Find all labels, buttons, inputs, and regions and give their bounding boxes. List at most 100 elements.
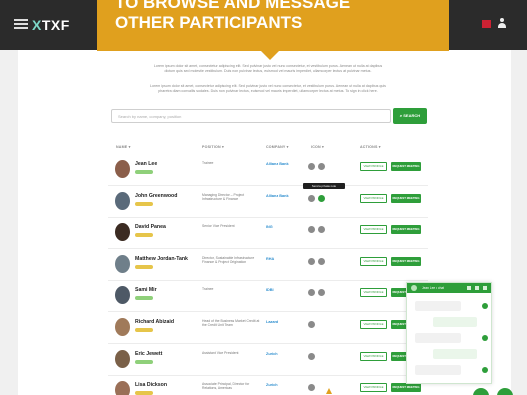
- chat-sender-icon: [482, 335, 488, 341]
- close-icon[interactable]: [483, 286, 487, 290]
- avatar[interactable]: [115, 223, 130, 242]
- app-logo[interactable]: XTXF: [32, 17, 70, 33]
- chat-message: [433, 317, 477, 327]
- participant-name[interactable]: Eric Jewett: [135, 351, 162, 357]
- info-icon[interactable]: [308, 194, 315, 202]
- intro-paragraph-1: Lorem ipsum dolor sit amet, consectetur …: [108, 64, 428, 74]
- note-icon[interactable]: [318, 194, 325, 202]
- participant-company[interactable]: Lazard: [266, 320, 278, 324]
- participant-badge: [135, 233, 153, 238]
- participant-position: Director, Sustainable Infrastructure Fin…: [202, 255, 255, 264]
- chat-message: [433, 349, 477, 359]
- table-row: Sami MirTraineeIDBIVIEW PROFILEREQUEST M…: [108, 280, 428, 311]
- column-header-name[interactable]: NAME ▾: [116, 145, 131, 149]
- table-row: David Panea Senior Vice President ING VIEW …: [108, 217, 428, 248]
- column-header-position[interactable]: POSITION ▾: [202, 145, 224, 149]
- note-icon[interactable]: [318, 257, 325, 265]
- view-profile-button[interactable]: VIEW PROFILE: [360, 193, 387, 203]
- participant-name[interactable]: Lisa Dickson: [135, 382, 167, 388]
- minimize-icon[interactable]: [467, 286, 471, 290]
- participant-name[interactable]: Matthew Jordan-Tank: [135, 256, 188, 262]
- expand-icon[interactable]: [475, 286, 479, 290]
- table-row: Matthew Jordan-Tank Director, Sustainable…: [108, 249, 428, 280]
- info-icon[interactable]: [308, 289, 315, 297]
- chat-avatar-icon: [411, 285, 417, 291]
- participant-badge: [135, 296, 153, 301]
- info-icon[interactable]: [308, 257, 315, 265]
- participant-badge: [135, 359, 153, 364]
- callout-line-2: OTHER PARTICIPANTS: [115, 13, 303, 32]
- language-flag-icon[interactable]: [482, 20, 491, 28]
- participant-position: Head of the Business Market Credit at th…: [202, 319, 260, 328]
- participant-position: Senior Vice President: [202, 224, 235, 229]
- view-profile-button[interactable]: VIEW PROFILE: [360, 288, 387, 298]
- table-row: Lisa Dickson Associate Principal, Directo…: [108, 375, 428, 395]
- help-button[interactable]: [473, 388, 489, 395]
- request-meeting-button[interactable]: REQUEST MEETING: [391, 162, 421, 171]
- chat-sender-icon: [482, 303, 488, 309]
- avatar[interactable]: [115, 349, 130, 368]
- chat-window[interactable]: Jean Lee • chat: [406, 282, 492, 384]
- chat-title: Jean Lee • chat: [422, 286, 445, 290]
- participant-position: Associate Principal, Director for Relati…: [202, 382, 250, 391]
- participant-name[interactable]: Jean Lee: [135, 161, 157, 167]
- request-meeting-button[interactable]: REQUEST MEETING: [391, 225, 421, 235]
- view-profile-button[interactable]: VIEW PROFILE: [360, 225, 387, 235]
- chat-message: [415, 301, 461, 311]
- info-icon[interactable]: [308, 352, 315, 360]
- participant-company[interactable]: Zurich: [266, 352, 278, 356]
- request-meeting-button[interactable]: REQUEST MEETING: [391, 383, 421, 393]
- chat-message: [415, 365, 461, 375]
- request-meeting-button[interactable]: REQUEST MEETING: [391, 193, 421, 203]
- participant-company[interactable]: ING: [266, 225, 273, 229]
- participant-name[interactable]: Sami Mir: [135, 287, 157, 293]
- participant-company[interactable]: Allianz Bank: [266, 194, 289, 198]
- view-profile-button[interactable]: VIEW PROFILE: [360, 162, 387, 171]
- participant-company[interactable]: Allianz Bank: [266, 162, 289, 166]
- avatar[interactable]: [115, 191, 130, 210]
- participant-company[interactable]: Zurich: [266, 383, 278, 387]
- user-profile-icon[interactable]: [497, 18, 507, 30]
- info-icon[interactable]: [308, 163, 315, 170]
- search-input[interactable]: Search by name, company, position: [111, 109, 391, 123]
- chat-sender-icon: [482, 367, 488, 373]
- avatar[interactable]: [115, 160, 130, 178]
- table-row: Eric Jewett Assistant Vice President Zuric…: [108, 344, 428, 375]
- info-icon[interactable]: [308, 226, 315, 234]
- avatar[interactable]: [115, 381, 130, 395]
- info-icon[interactable]: [308, 321, 315, 328]
- column-header-company[interactable]: COMPANY ▾: [266, 145, 289, 149]
- participant-company[interactable]: RHA: [266, 257, 274, 261]
- avatar[interactable]: [115, 318, 130, 336]
- avatar[interactable]: [115, 286, 130, 305]
- intro-text-line: dictum quis sed molestie vestibulum. Dui…: [164, 69, 372, 73]
- avatar[interactable]: [115, 254, 130, 273]
- request-meeting-button[interactable]: REQUEST MEETING: [391, 256, 421, 266]
- search-button[interactable]: ⌕ SEARCH: [393, 108, 427, 124]
- column-header-actions[interactable]: ACTIONS ▾: [360, 145, 381, 149]
- column-header-icon[interactable]: ICON ▾: [311, 145, 324, 149]
- cursor-pointer-icon: [326, 388, 332, 394]
- private-note-tooltip: Send a private note: [303, 183, 345, 189]
- participant-badge: [135, 391, 153, 395]
- table-row: John Greenwood Managing Director – Projec…: [108, 186, 428, 217]
- search-button-label: SEARCH: [403, 113, 421, 118]
- view-profile-button[interactable]: VIEW PROFILE: [360, 383, 387, 393]
- info-icon[interactable]: [308, 384, 315, 392]
- page-frame-left: [0, 50, 18, 395]
- note-icon[interactable]: [318, 163, 325, 170]
- participant-name[interactable]: Richard Abizaid: [135, 319, 174, 325]
- view-profile-button[interactable]: VIEW PROFILE: [360, 320, 387, 329]
- hamburger-menu-icon[interactable]: [14, 19, 28, 29]
- callout-pointer: [260, 50, 280, 60]
- participant-company[interactable]: IDBI: [266, 288, 274, 292]
- note-icon[interactable]: [318, 226, 325, 234]
- participant-name[interactable]: John Greenwood: [135, 193, 177, 199]
- view-profile-button[interactable]: VIEW PROFILE: [360, 351, 387, 361]
- participant-name[interactable]: David Panea: [135, 224, 166, 230]
- view-profile-button[interactable]: VIEW PROFILE: [360, 256, 387, 266]
- chat-message: [415, 333, 461, 343]
- intro-paragraph-2: Lorem ipsum dolor sit amet, consectetur …: [108, 84, 428, 94]
- note-icon[interactable]: [318, 289, 325, 297]
- chat-header: Jean Lee • chat: [407, 283, 491, 293]
